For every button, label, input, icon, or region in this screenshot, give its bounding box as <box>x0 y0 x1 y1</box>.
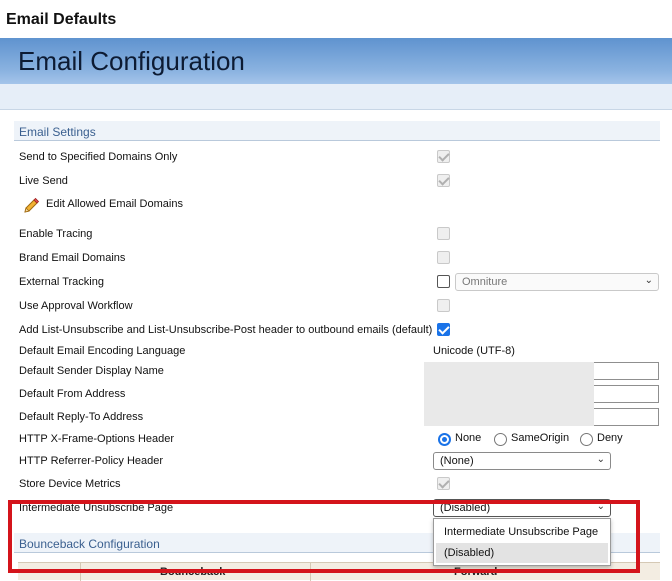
window-title-bar: Email Defaults <box>0 0 672 38</box>
reply-to-address-label: Default Reply-To Address <box>19 411 144 423</box>
external-tracking-label: External Tracking <box>19 276 104 288</box>
referrer-policy-value: (None) <box>440 455 474 467</box>
live-send-checkbox[interactable] <box>437 174 450 187</box>
approval-workflow-checkbox[interactable] <box>437 299 450 312</box>
approval-workflow-label: Use Approval Workflow <box>19 300 133 312</box>
enable-tracing-label: Enable Tracing <box>19 228 93 240</box>
redacted-area <box>424 362 594 426</box>
x-frame-deny-radio[interactable] <box>580 433 593 446</box>
pencil-icon[interactable] <box>22 197 40 215</box>
store-device-metrics-label: Store Device Metrics <box>19 478 121 490</box>
brand-email-domains-label: Brand Email Domains <box>19 252 126 264</box>
external-tracking-select[interactable]: Omniture ⌄ <box>455 273 659 291</box>
brand-email-domains-checkbox[interactable] <box>437 251 450 264</box>
sender-display-name-label: Default Sender Display Name <box>19 365 164 377</box>
toolbar-strip <box>0 84 672 110</box>
send-specified-domains-checkbox[interactable] <box>437 150 450 163</box>
page-banner: Email Configuration <box>0 38 672 84</box>
x-frame-none-label: None <box>455 432 482 444</box>
edit-domains-link[interactable]: Edit Allowed Email Domains <box>46 198 183 210</box>
window-title: Email Defaults <box>6 11 117 28</box>
from-address-label: Default From Address <box>19 388 126 400</box>
list-unsubscribe-checkbox[interactable] <box>437 323 450 336</box>
referrer-policy-select[interactable]: (None) ⌄ <box>433 452 611 470</box>
x-frame-sameorigin-label: SameOrigin <box>511 432 570 444</box>
chevron-down-icon: ⌄ <box>644 275 653 286</box>
external-tracking-checkbox[interactable] <box>437 275 450 288</box>
chevron-down-icon: ⌄ <box>596 454 605 465</box>
list-unsubscribe-label: Add List-Unsubscribe and List-Unsubscrib… <box>19 324 433 336</box>
referrer-policy-label: HTTP Referrer-Policy Header <box>19 455 164 467</box>
email-settings-header: Email Settings <box>14 121 660 141</box>
highlight-box <box>8 500 640 573</box>
external-tracking-value: Omniture <box>462 276 508 288</box>
x-frame-sameorigin-radio[interactable] <box>494 433 507 446</box>
email-settings-title: Email Settings <box>19 125 96 139</box>
send-specified-domains-label: Send to Specified Domains Only <box>19 151 178 163</box>
store-device-metrics-checkbox[interactable] <box>437 477 450 490</box>
x-frame-none-radio[interactable] <box>438 433 451 446</box>
x-frame-options-label: HTTP X-Frame-Options Header <box>19 433 175 445</box>
live-send-label: Live Send <box>19 175 68 187</box>
encoding-language-value: Unicode (UTF-8) <box>433 345 515 357</box>
encoding-language-label: Default Email Encoding Language <box>19 345 186 357</box>
x-frame-deny-label: Deny <box>597 432 623 444</box>
enable-tracing-checkbox[interactable] <box>437 227 450 240</box>
page-title: Email Configuration <box>18 46 245 76</box>
